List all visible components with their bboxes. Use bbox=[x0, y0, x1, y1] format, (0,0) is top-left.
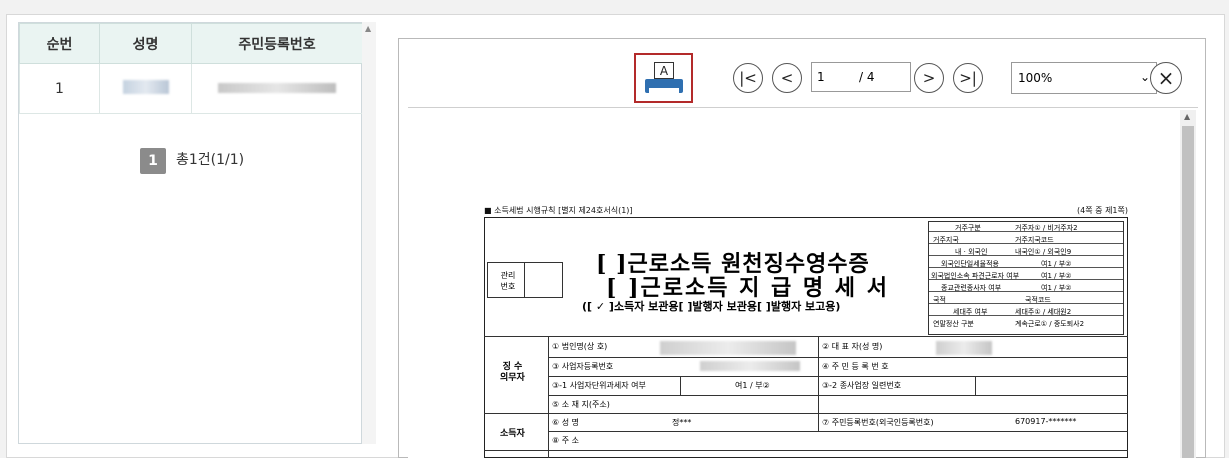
scrollbar-thumb[interactable] bbox=[1182, 126, 1194, 458]
residency-row: 연말정산 구분 계속근로① / 중도퇴사2 bbox=[933, 320, 1085, 328]
document-subtitle: ([ ✓ ]소득자 보관용[ ]발행자 보관용[ ]발행자 보고용) bbox=[582, 300, 841, 313]
chevron-down-icon: ⌄ bbox=[1139, 70, 1150, 84]
caption-left: ■ 소득세법 시행규칙 [별지 제24호서식(1)] bbox=[484, 206, 633, 215]
form-line bbox=[818, 413, 819, 431]
column-header-name[interactable]: 성명 bbox=[99, 23, 192, 64]
divider bbox=[524, 263, 525, 297]
form-line bbox=[548, 431, 1128, 432]
table-header-row: 순번 성명 주민등록번호 bbox=[19, 23, 363, 64]
employee-table: 순번 성명 주민등록번호 1 bbox=[19, 23, 363, 114]
biz-reg-label: ③ 사업자등록번호 bbox=[552, 362, 614, 371]
page-total: / 4 bbox=[859, 70, 875, 84]
corp-name-label: ① 법인명(상 호) bbox=[552, 342, 608, 351]
earner-rrn-label: ⑦ 주민등록번호(외국인등록번호) bbox=[822, 418, 934, 427]
management-number-box: 관리 번호 bbox=[487, 262, 563, 298]
withholder-section-label: 징 수 의무자 bbox=[500, 362, 525, 383]
next-page-button[interactable]: > bbox=[914, 63, 944, 93]
zoom-select[interactable]: 100% ⌄ bbox=[1011, 62, 1157, 94]
redacted-name bbox=[122, 79, 169, 94]
list-pager: 1 총1건(1/1) bbox=[140, 148, 244, 174]
column-header-no[interactable]: 순번 bbox=[19, 23, 100, 64]
table-row[interactable]: 1 bbox=[19, 63, 363, 114]
unit-tax-label: ③-1 사업자단위과세자 여부 bbox=[552, 381, 646, 390]
redacted-ceo-name bbox=[936, 341, 992, 355]
rrn-label: ④ 주 민 등 록 번 호 bbox=[822, 362, 889, 371]
redacted-corp-name bbox=[660, 341, 796, 355]
residency-row: 내 · 외국인 내국인① / 외국인9 bbox=[929, 246, 1123, 256]
unit-tax-value: 여1 / 부② bbox=[735, 381, 770, 390]
management-number-label: 관리 번호 bbox=[500, 271, 516, 291]
prev-page-button[interactable]: < bbox=[772, 63, 802, 93]
earner-section-label: 소득자 bbox=[500, 429, 525, 439]
residency-table: 거주구분 거주자① / 비거주자2 거주지국 거주지국코드 내 · 외국인 내국인① … bbox=[928, 221, 1124, 335]
zoom-value: 100% bbox=[1018, 71, 1053, 85]
residency-row: 국적 국적코드 bbox=[929, 294, 1123, 304]
page-current: 1 bbox=[817, 70, 825, 84]
page-input[interactable]: 1 / 4 bbox=[811, 62, 911, 92]
form-line bbox=[548, 376, 1128, 377]
form-line bbox=[484, 450, 1128, 451]
form-line bbox=[548, 336, 549, 458]
column-header-rrn[interactable]: 주민등록번호 bbox=[191, 23, 363, 64]
residency-row: 거주지국 거주지국코드 bbox=[929, 234, 1123, 244]
residency-row: 종교관련종사자 여부 여1 / 부② bbox=[929, 282, 1123, 292]
employee-list-panel: 순번 성명 주민등록번호 1 bbox=[18, 22, 363, 444]
earner-address-label: ⑧ 주 소 bbox=[552, 436, 579, 445]
residency-row: 외국법인소속 파견근로자 여부 여1 / 부② bbox=[929, 270, 1123, 280]
page-number-button[interactable]: 1 bbox=[140, 148, 166, 174]
residency-row: 거주구분 거주자① / 비거주자2 bbox=[929, 222, 1123, 232]
residency-row: 외국인단일세율적용 여1 / 부② bbox=[929, 258, 1123, 268]
caption-right: (4쪽 중 제1쪽) bbox=[1077, 206, 1128, 215]
print-button[interactable]: A bbox=[634, 53, 693, 103]
scroll-up-icon[interactable]: ▲ bbox=[365, 24, 371, 33]
address-label: ⑤ 소 재 지(주소) bbox=[552, 400, 610, 409]
branch-serial-label: ③-2 종사업장 일련번호 bbox=[822, 381, 902, 390]
cell-rrn-redacted[interactable] bbox=[191, 63, 363, 114]
document-scrollbar[interactable]: ▲ bbox=[1180, 110, 1196, 458]
redacted-rrn bbox=[218, 82, 336, 93]
earner-name-value: 정*** bbox=[672, 418, 692, 427]
cell-no[interactable]: 1 bbox=[19, 63, 100, 114]
first-page-button[interactable]: |< bbox=[733, 63, 763, 93]
form-line bbox=[975, 376, 976, 395]
form-line bbox=[548, 395, 1128, 396]
form-line bbox=[818, 336, 819, 413]
residency-row: 세대주 여부 세대주① / 세대원2 bbox=[929, 306, 1123, 316]
form-line bbox=[680, 376, 681, 395]
ceo-label: ② 대 표 자(성 명) bbox=[822, 342, 883, 351]
list-scrollbar[interactable]: ▲ bbox=[362, 22, 376, 444]
total-count: 총1건(1/1) bbox=[176, 152, 245, 168]
earner-name-label: ⑥ 성 명 bbox=[552, 418, 579, 427]
document-caption: ■ 소득세법 시행규칙 [별지 제24호서식(1)] (4쪽 중 제1쪽) bbox=[484, 205, 1128, 217]
print-icon-paper: A bbox=[654, 62, 674, 79]
printer-slot bbox=[649, 88, 679, 93]
last-page-button[interactable]: >| bbox=[953, 63, 983, 93]
form-line bbox=[484, 413, 1128, 414]
form-line bbox=[548, 357, 1128, 358]
form-line bbox=[484, 336, 1128, 337]
close-button[interactable]: × bbox=[1150, 62, 1182, 94]
earner-rrn-value: 670917-******* bbox=[1015, 417, 1077, 426]
cell-name-redacted[interactable] bbox=[99, 63, 192, 114]
redacted-biz-reg bbox=[700, 361, 800, 371]
scroll-up-icon[interactable]: ▲ bbox=[1184, 112, 1190, 121]
